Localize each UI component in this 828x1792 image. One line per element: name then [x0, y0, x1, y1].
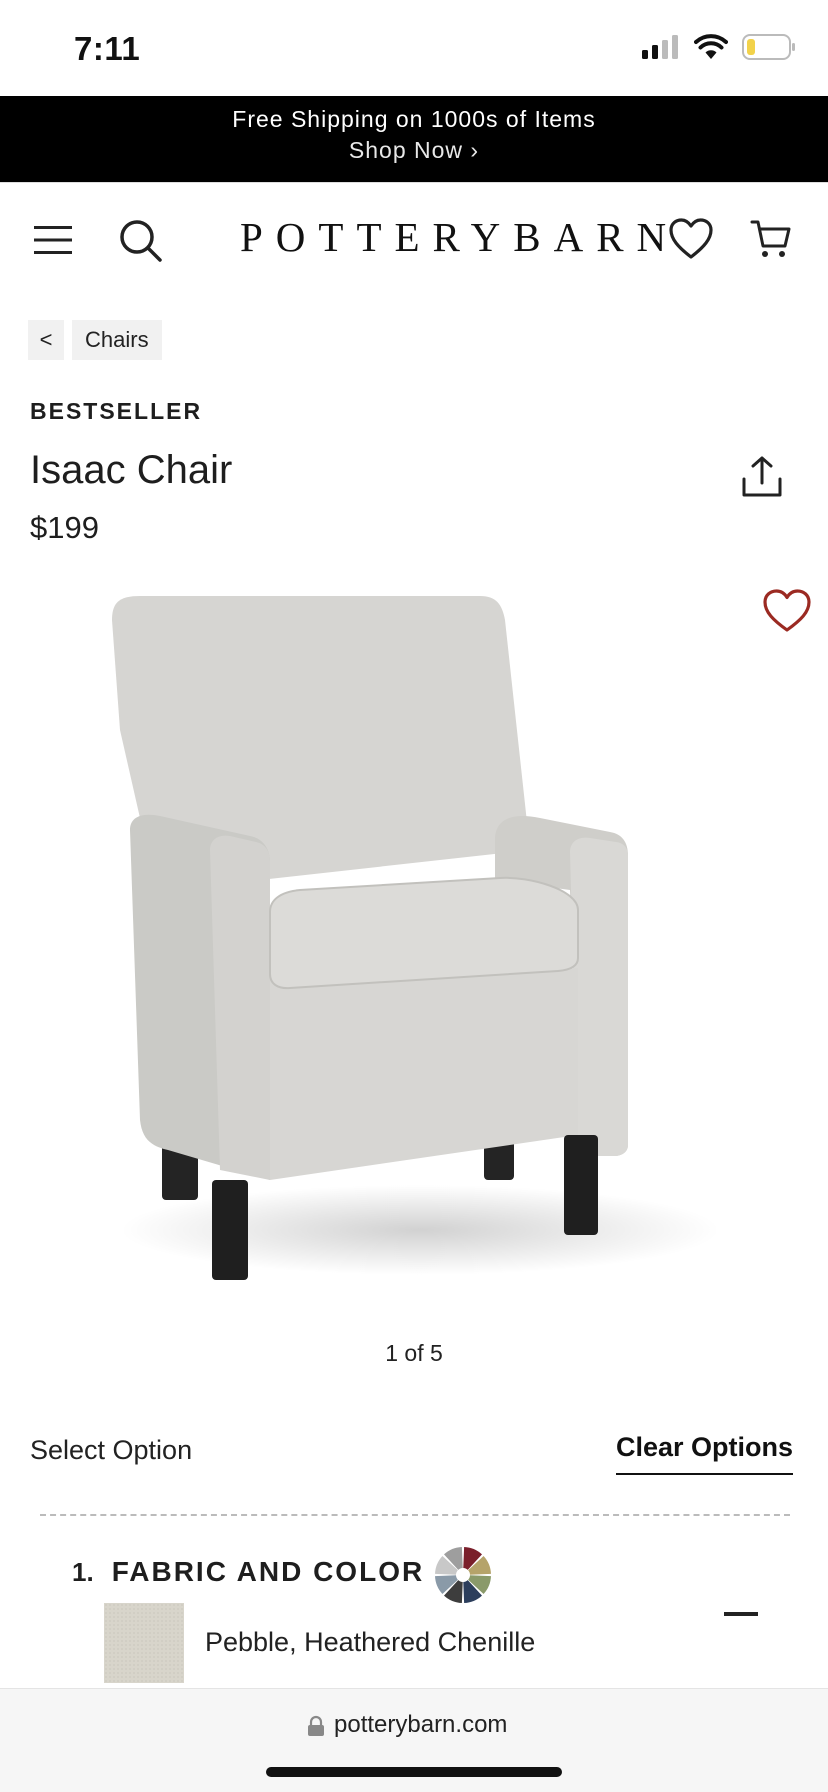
fabric-section-header[interactable]: 1. FABRIC AND COLOR: [72, 1556, 424, 1588]
breadcrumb: < Chairs: [28, 320, 162, 360]
lock-icon: [308, 1715, 324, 1736]
menu-icon[interactable]: [34, 224, 72, 256]
brand-logo[interactable]: POTTERYBARN: [240, 213, 666, 261]
color-wheel-icon: [435, 1547, 491, 1603]
section-title: FABRIC AND COLOR: [111, 1556, 425, 1587]
product-title: Isaac Chair: [30, 448, 233, 492]
section-number: 1.: [72, 1556, 94, 1587]
wishlist-heart-icon[interactable]: [762, 588, 812, 634]
breadcrumb-chairs-link[interactable]: Chairs: [72, 320, 162, 360]
search-icon[interactable]: [118, 218, 162, 262]
section-divider: [40, 1514, 790, 1516]
status-icons: [642, 34, 796, 60]
image-counter: 1 of 5: [385, 1340, 443, 1366]
breadcrumb-back-button[interactable]: <: [28, 320, 64, 360]
signal-icon: [642, 35, 678, 59]
bestseller-badge: BESTSELLER: [30, 398, 203, 424]
site-header: POTTERYBARN: [0, 182, 828, 298]
url-text: potterybarn.com: [334, 1711, 508, 1738]
selected-fabric-name: Pebble, Heathered Chenille: [205, 1627, 536, 1657]
select-option-label: Select Option: [30, 1435, 193, 1465]
wifi-icon: [694, 34, 728, 59]
battery-icon: [742, 34, 795, 60]
promo-headline: Free Shipping on 1000s of Items: [232, 106, 596, 132]
home-indicator[interactable]: [266, 1767, 562, 1777]
shop-now-link[interactable]: Shop Now ›: [0, 137, 828, 164]
cart-icon[interactable]: [750, 218, 792, 260]
collapse-section-icon[interactable]: [724, 1612, 758, 1616]
product-image-chair[interactable]: [100, 590, 740, 1290]
fabric-swatch[interactable]: [104, 1603, 184, 1683]
status-time: 7:11: [74, 30, 141, 67]
heart-icon[interactable]: [668, 217, 714, 261]
clear-options-button[interactable]: Clear Options: [616, 1432, 794, 1475]
browser-url-bar[interactable]: potterybarn.com: [0, 1688, 828, 1792]
share-icon[interactable]: [740, 455, 784, 499]
product-price: $199: [30, 510, 99, 545]
promo-banner[interactable]: Free Shipping on 1000s of Items Shop Now…: [0, 96, 828, 182]
status-bar: 7:11: [0, 0, 828, 96]
